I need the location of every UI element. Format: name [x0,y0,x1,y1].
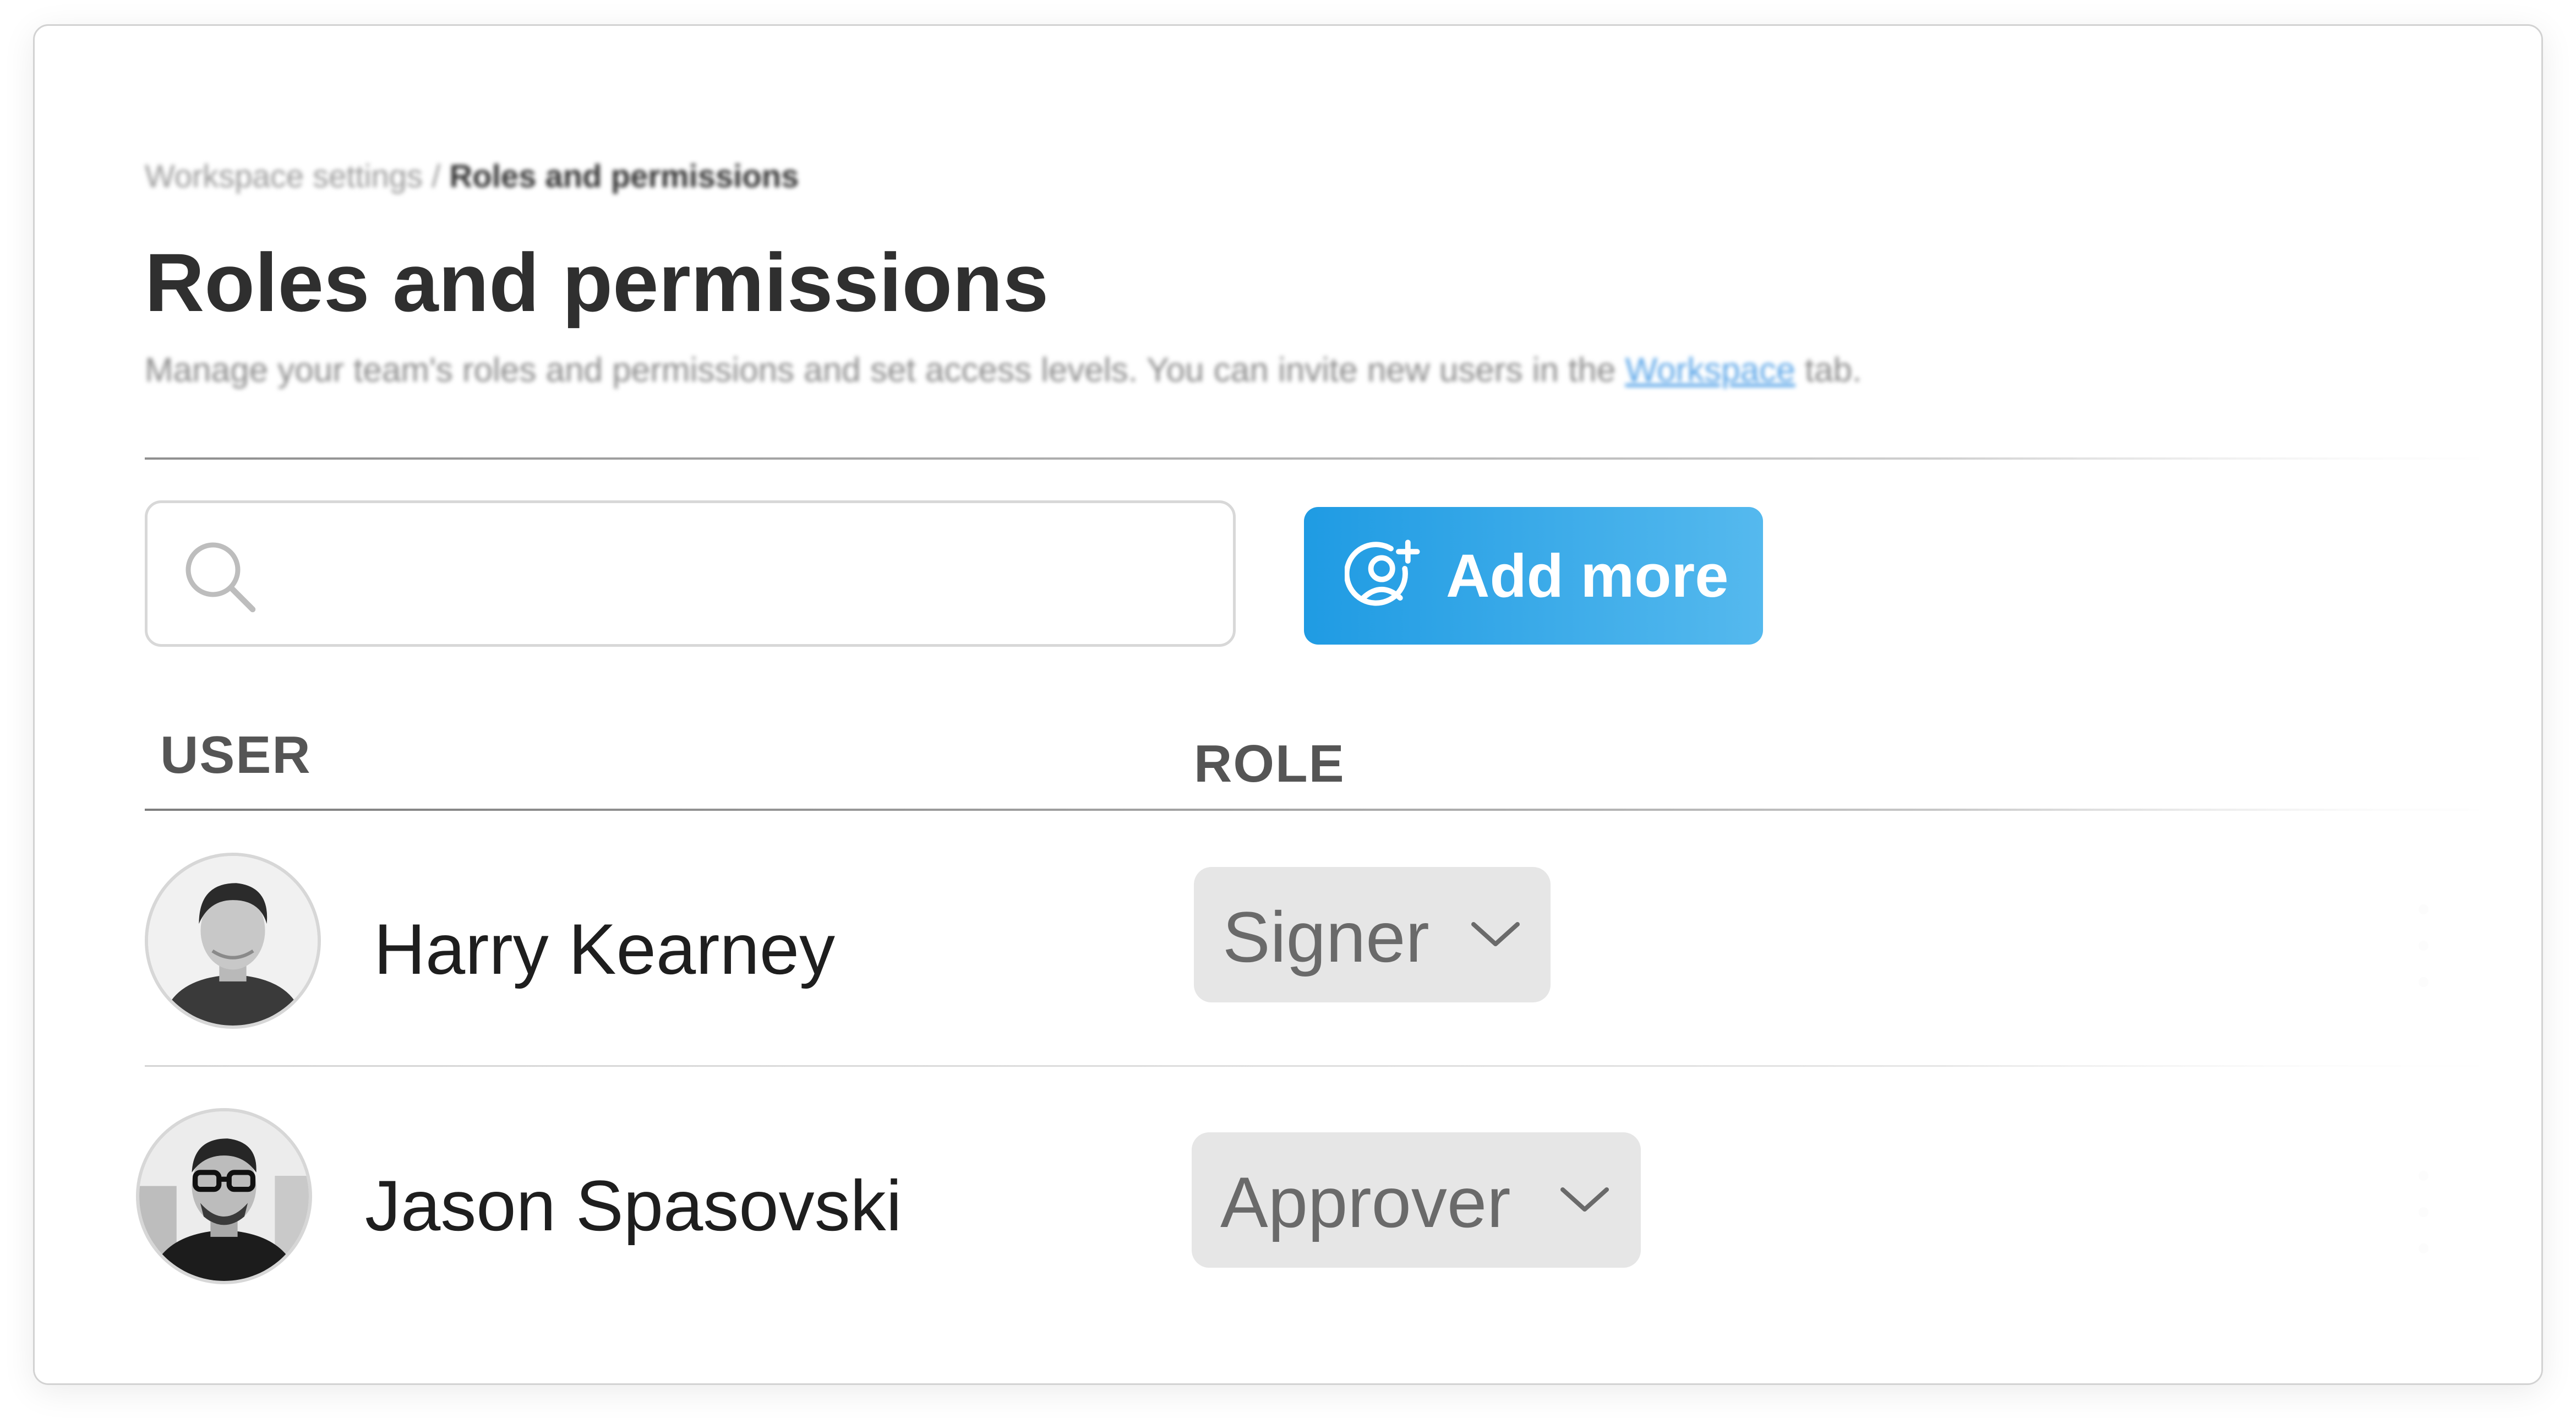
row-divider [145,1065,2479,1067]
role-value: Approver [1220,1162,1511,1242]
breadcrumb-parent[interactable]: Workspace settings [145,159,423,194]
breadcrumb-separator: / [432,159,441,194]
search-input[interactable] [145,500,1236,647]
table-header-divider [145,809,2479,811]
avatar [145,853,321,1029]
user-name: Harry Kearney [374,909,836,989]
description-text: Manage your team's roles and permissions… [145,351,1625,389]
bottom-fade-overlay [35,1317,2541,1383]
user-add-icon [1345,539,1420,606]
column-header-role: ROLE [1194,734,1345,793]
row-menu-icon[interactable] [2413,1171,2435,1281]
stage: Workspace settings / Roles and permissio… [0,0,2576,1418]
user-photo [148,856,318,1026]
column-header-user: USER [160,726,312,784]
workspace-link[interactable]: Workspace [1625,351,1795,389]
add-more-label: Add more [1446,542,1729,610]
settings-card: Workspace settings / Roles and permissio… [33,24,2543,1385]
role-value: Signer [1222,897,1429,977]
page-description: Manage your team's roles and permissions… [145,351,1862,390]
chevron-down-icon [1471,922,1520,946]
breadcrumb: Workspace settings / Roles and permissio… [145,158,799,197]
user-photo [139,1111,309,1281]
breadcrumb-current: Roles and permissions [449,159,799,194]
row-menu-icon[interactable] [2413,904,2435,1015]
search-icon [185,542,256,613]
avatar [136,1108,312,1284]
user-name: Jason Spasovski [365,1165,902,1246]
chevron-down-icon [1560,1187,1609,1212]
page-title: Roles and permissions [145,236,1049,329]
add-more-button[interactable]: Add more [1304,507,1763,645]
right-fade-overlay [1936,26,2541,1383]
role-dropdown[interactable]: Signer [1194,867,1551,1002]
description-suffix: tab. [1795,351,1862,389]
header-divider [145,457,2479,460]
role-dropdown[interactable]: Approver [1192,1132,1641,1268]
